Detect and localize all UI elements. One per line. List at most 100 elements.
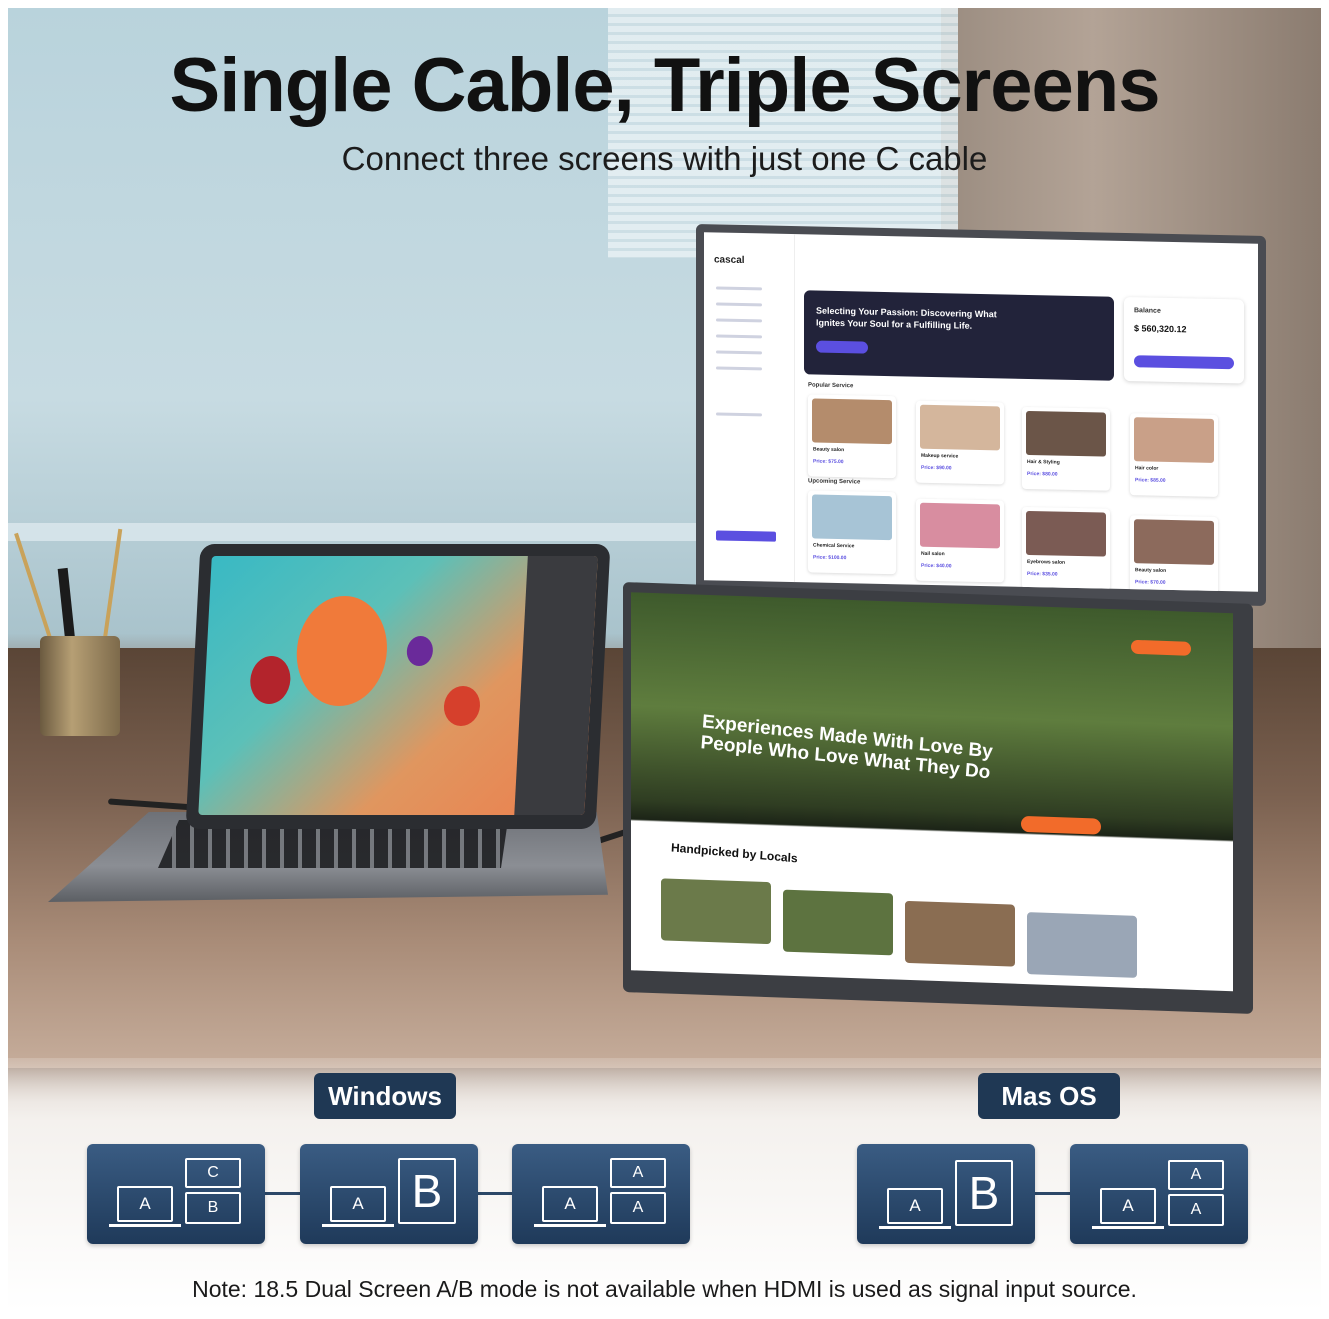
laptop-base-glyph — [109, 1224, 181, 1227]
service-card: Chemical Service Price: $100.00 — [808, 490, 896, 575]
mode-connector — [1035, 1192, 1071, 1195]
service-price: Price: $35.00 — [1027, 570, 1058, 578]
headline: Single Cable, Triple Screens — [169, 43, 1161, 128]
footnote: Note: 18.5 Dual Screen A/B mode is not a… — [192, 1276, 1137, 1302]
screen-glyph: C — [185, 1158, 241, 1188]
service-photo — [920, 502, 1000, 549]
flower-image — [406, 636, 434, 666]
screen-glyph: A — [610, 1192, 666, 1224]
dashboard-sidebar: cascal — [704, 232, 795, 583]
mode-tile: A C B — [87, 1144, 265, 1244]
product-photo: Single Cable, Triple Screens Connect thr… — [8, 8, 1321, 1311]
laptop-glyph: A — [117, 1186, 173, 1222]
service-card: Hair & Styling Price: $80.00 — [1022, 406, 1110, 491]
service-price: Price: $85.00 — [1135, 477, 1166, 484]
service-photo — [812, 398, 892, 445]
setup-button — [716, 530, 776, 542]
laptop-glyph: A — [330, 1186, 386, 1222]
service-name: Hair & Styling — [1027, 458, 1060, 466]
laptop-base-glyph — [1092, 1226, 1164, 1229]
site-hero-text: Experiences Made With Love By People Who… — [699, 711, 994, 784]
top-monitor: cascal Selecting Your Passion: Discoveri… — [696, 224, 1266, 606]
mode-tile: A B — [857, 1144, 1035, 1244]
sidebar-item — [716, 334, 762, 339]
service-photo — [1134, 417, 1214, 463]
cup — [40, 636, 120, 736]
balance-card: Balance $ 560,320.12 — [1124, 296, 1244, 384]
site-photo — [905, 900, 1015, 967]
mode-connector — [476, 1192, 512, 1195]
laptop-lid — [185, 544, 611, 829]
service-name: Hair color — [1135, 465, 1159, 472]
site-photo — [783, 889, 893, 956]
screen-glyph: B — [398, 1158, 456, 1224]
laptop-base-glyph — [879, 1226, 951, 1229]
laptop-glyph: A — [542, 1186, 598, 1222]
service-name: Eyebrows salon — [1027, 558, 1066, 566]
service-name: Beauty salon — [813, 446, 845, 454]
service-price: Price: $40.00 — [921, 562, 952, 570]
site-photo — [1027, 912, 1137, 978]
mode-tile: A A A — [512, 1144, 690, 1244]
laptop-base-glyph — [322, 1224, 394, 1227]
dashboard-hero: Selecting Your Passion: Discovering What… — [804, 290, 1114, 381]
sidebar-item — [716, 350, 762, 355]
explore-button — [1021, 815, 1101, 835]
screen-glyph: A — [610, 1158, 666, 1188]
screen-glyph: A — [1168, 1194, 1224, 1226]
service-photo — [1134, 519, 1214, 565]
sidebar-item — [716, 412, 762, 417]
service-card: Eyebrows salon Price: $35.00 — [1022, 506, 1110, 591]
service-photo — [1026, 510, 1106, 557]
popular-label: Popular Service — [808, 382, 854, 390]
flower-image — [249, 656, 292, 704]
screen-glyph: B — [185, 1192, 241, 1224]
sidebar-item — [716, 366, 762, 371]
service-card: Nail salon Price: $40.00 — [916, 498, 1004, 583]
pencil — [103, 528, 123, 639]
balance-value: $ 560,320.12 — [1134, 323, 1187, 335]
service-card: Hair color Price: $85.00 — [1130, 413, 1218, 497]
laptop-base-glyph — [534, 1224, 606, 1227]
wall-shelf — [8, 523, 708, 541]
flower-image — [293, 596, 390, 706]
flower-image — [442, 686, 482, 726]
service-name: Beauty salon — [1135, 567, 1167, 574]
site-section-title: Handpicked by Locals — [670, 840, 798, 866]
service-card: Beauty salon Price: $70.00 — [1130, 515, 1218, 592]
macos-badge: Mas OS — [978, 1073, 1120, 1119]
join-button — [1131, 639, 1191, 656]
sidebar-item — [716, 286, 762, 291]
service-name: Chemical Service — [813, 542, 855, 550]
service-card: Makeup service Price: $90.00 — [916, 400, 1004, 485]
service-card: Beauty salon Price: $75.00 — [808, 394, 896, 479]
laptop-glyph: A — [887, 1188, 943, 1224]
bottom-monitor: Experiences Made With Love By People Who… — [623, 581, 1253, 1015]
service-price: Price: $90.00 — [921, 464, 952, 472]
screen-glyph: A — [1168, 1160, 1224, 1190]
mode-tile: A B — [300, 1144, 478, 1244]
dashboard-brand: cascal — [714, 254, 745, 267]
laptop-screen — [198, 556, 598, 815]
add-balance-button — [1134, 355, 1234, 370]
service-price: Price: $70.00 — [1135, 579, 1166, 586]
upcoming-label: Upcoming Service — [808, 478, 861, 486]
balance-label: Balance — [1134, 307, 1161, 315]
dashboard-screen: cascal Selecting Your Passion: Discoveri… — [704, 232, 1258, 592]
pencil — [14, 532, 52, 639]
editor-panel — [514, 556, 598, 815]
windows-badge: Windows — [314, 1073, 456, 1119]
sidebar-item — [716, 318, 762, 323]
sidebar-item — [716, 302, 762, 307]
service-name: Nail salon — [921, 550, 945, 558]
service-name: Makeup service — [921, 452, 959, 460]
discover-button — [816, 340, 868, 354]
service-price: Price: $75.00 — [813, 458, 844, 466]
hero-text: Selecting Your Passion: Discovering What… — [816, 305, 997, 331]
subheadline: Connect three screens with just one C ca… — [341, 140, 988, 177]
mode-connector — [264, 1192, 300, 1195]
laptop-glyph: A — [1100, 1188, 1156, 1224]
travel-site-screen: Experiences Made With Love By People Who… — [631, 592, 1233, 992]
screen-glyph: B — [955, 1160, 1013, 1226]
service-price: Price: $80.00 — [1027, 470, 1058, 478]
